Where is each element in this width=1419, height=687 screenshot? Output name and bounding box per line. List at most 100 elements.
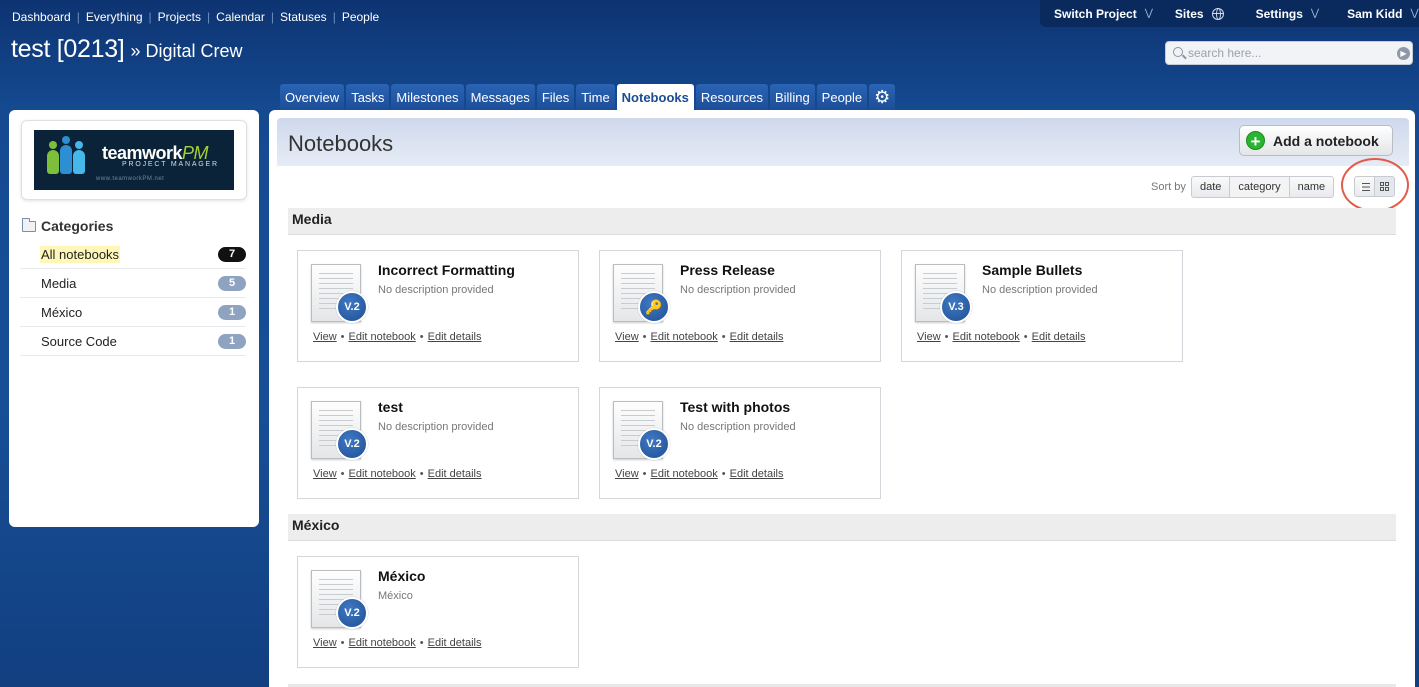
category-item-media[interactable]: Media 5 bbox=[20, 269, 246, 298]
search-input[interactable] bbox=[1188, 45, 1388, 61]
nav-calendar[interactable]: Calendar bbox=[216, 10, 265, 24]
edit-details-link[interactable]: Edit details bbox=[730, 468, 784, 480]
sort-name-button[interactable]: name bbox=[1288, 176, 1335, 198]
edit-notebook-link[interactable]: Edit notebook bbox=[651, 331, 718, 343]
gear-icon: ⚙ bbox=[874, 87, 891, 107]
add-notebook-label: Add a notebook bbox=[1273, 132, 1379, 149]
category-item-source-code[interactable]: Source Code 1 bbox=[20, 327, 246, 356]
version-badge: V.3 bbox=[940, 291, 972, 323]
project-tabs: Overview Tasks Milestones Messages Files… bbox=[280, 84, 897, 110]
notebook-actions: View • Edit notebook • Edit details bbox=[917, 331, 1086, 343]
user-name: Sam Kidd bbox=[1347, 6, 1403, 21]
notebook-card: V.2 Incorrect Formatting No description … bbox=[297, 250, 579, 362]
switch-project-label: Switch Project bbox=[1054, 6, 1137, 21]
tab-files[interactable]: Files bbox=[536, 84, 575, 110]
edit-details-link[interactable]: Edit details bbox=[1032, 331, 1086, 343]
notebook-title[interactable]: Sample Bullets bbox=[982, 262, 1082, 278]
switch-project-menu[interactable]: Switch Project ⋁ bbox=[1054, 7, 1153, 21]
view-link[interactable]: View bbox=[615, 468, 639, 480]
version-badge: V.2 bbox=[336, 597, 368, 629]
tab-notebooks[interactable]: Notebooks bbox=[616, 84, 694, 110]
notebook-description: México bbox=[378, 590, 413, 602]
edit-notebook-link[interactable]: Edit notebook bbox=[651, 468, 718, 480]
category-label: All notebooks bbox=[40, 245, 121, 263]
page-title: Notebooks bbox=[288, 131, 394, 156]
notebook-actions: View • Edit notebook • Edit details bbox=[615, 468, 784, 480]
notebook-actions: View • Edit notebook • Edit details bbox=[313, 468, 482, 480]
notebook-title[interactable]: Incorrect Formatting bbox=[378, 262, 515, 278]
sort-date-button[interactable]: date bbox=[1191, 176, 1231, 198]
notebook-title[interactable]: México bbox=[378, 568, 425, 584]
nav-dashboard[interactable]: Dashboard bbox=[12, 10, 71, 24]
nav-everything[interactable]: Everything bbox=[86, 10, 143, 24]
notebook-description: No description provided bbox=[378, 421, 494, 433]
nav-people[interactable]: People bbox=[342, 10, 379, 24]
logo-url: www.teamworkPM.net bbox=[96, 176, 165, 182]
tab-settings[interactable]: ⚙ bbox=[869, 84, 896, 110]
notebook-title[interactable]: test bbox=[378, 399, 403, 415]
view-link[interactable]: View bbox=[313, 468, 337, 480]
notebook-title[interactable]: Test with photos bbox=[680, 399, 790, 415]
view-link[interactable]: View bbox=[313, 331, 337, 343]
nav-separator: | bbox=[332, 10, 336, 24]
project-title: test [0213]» Digital Crew bbox=[11, 35, 243, 64]
plus-icon: + bbox=[1246, 131, 1265, 151]
page-header: Notebooks + Add a notebook bbox=[277, 118, 1409, 166]
view-link[interactable]: View bbox=[313, 637, 337, 649]
notebook-description: No description provided bbox=[680, 284, 796, 296]
tab-messages[interactable]: Messages bbox=[465, 84, 535, 110]
settings-menu[interactable]: Settings ⋁ bbox=[1256, 7, 1320, 21]
categories-title: Categories bbox=[41, 218, 114, 234]
count-badge: 5 bbox=[218, 275, 246, 291]
category-label: Media bbox=[41, 275, 77, 291]
edit-notebook-link[interactable]: Edit notebook bbox=[349, 637, 416, 649]
notebook-card: 🔑 Press Release No description provided … bbox=[599, 250, 881, 362]
tab-people[interactable]: People bbox=[816, 84, 868, 110]
edit-details-link[interactable]: Edit details bbox=[428, 331, 482, 343]
nav-statuses[interactable]: Statuses bbox=[280, 10, 327, 24]
user-menu[interactable]: Sam Kidd ⋁ bbox=[1347, 7, 1419, 21]
view-link[interactable]: View bbox=[615, 331, 639, 343]
count-badge: 7 bbox=[218, 246, 246, 262]
edit-notebook-link[interactable]: Edit notebook bbox=[349, 331, 416, 343]
search-icon bbox=[1173, 47, 1183, 57]
chevron-down-icon: ⋁ bbox=[1144, 8, 1153, 19]
edit-details-link[interactable]: Edit details bbox=[428, 468, 482, 480]
version-badge: V.2 bbox=[336, 291, 368, 323]
notebook-title[interactable]: Press Release bbox=[680, 262, 775, 278]
view-link[interactable]: View bbox=[917, 331, 941, 343]
company-link[interactable]: » Digital Crew bbox=[130, 41, 242, 61]
add-notebook-button[interactable]: + Add a notebook bbox=[1239, 125, 1393, 156]
tab-overview[interactable]: Overview bbox=[280, 84, 345, 110]
nav-separator: | bbox=[76, 10, 80, 24]
highlight-circle bbox=[1341, 158, 1409, 212]
sort-category-button[interactable]: category bbox=[1229, 176, 1290, 198]
tab-time[interactable]: Time bbox=[576, 84, 615, 110]
version-badge: V.2 bbox=[638, 428, 670, 460]
categories-heading: Categories bbox=[22, 217, 114, 234]
search-go-icon[interactable]: ▶ bbox=[1397, 47, 1410, 60]
notebook-description: No description provided bbox=[680, 421, 796, 433]
sidebar: teamworkPM PROJECT MANAGER www.teamworkP… bbox=[9, 110, 259, 527]
category-item-mexico[interactable]: México 1 bbox=[20, 298, 246, 327]
tab-tasks[interactable]: Tasks bbox=[346, 84, 390, 110]
notebook-actions: View • Edit notebook • Edit details bbox=[313, 637, 482, 649]
tab-milestones[interactable]: Milestones bbox=[391, 84, 464, 110]
globe-icon bbox=[1211, 7, 1224, 20]
notebook-card: V.2 Test with photos No description prov… bbox=[599, 387, 881, 499]
sites-menu[interactable]: Sites bbox=[1175, 7, 1224, 21]
notebook-card: V.3 Sample Bullets No description provid… bbox=[901, 250, 1183, 362]
key-icon: 🔑 bbox=[638, 291, 670, 323]
edit-details-link[interactable]: Edit details bbox=[730, 331, 784, 343]
company-logo: teamworkPM PROJECT MANAGER www.teamworkP… bbox=[34, 130, 234, 190]
search-box: ▶ bbox=[1165, 41, 1413, 65]
category-item-all-notebooks[interactable]: All notebooks 7 bbox=[20, 240, 246, 269]
edit-notebook-link[interactable]: Edit notebook bbox=[953, 331, 1020, 343]
edit-details-link[interactable]: Edit details bbox=[428, 637, 482, 649]
tab-billing[interactable]: Billing bbox=[769, 84, 815, 110]
settings-label: Settings bbox=[1255, 6, 1303, 21]
tab-resources[interactable]: Resources bbox=[695, 84, 768, 110]
edit-notebook-link[interactable]: Edit notebook bbox=[349, 468, 416, 480]
chevron-down-icon: ⋁ bbox=[1310, 8, 1320, 19]
nav-projects[interactable]: Projects bbox=[158, 10, 201, 24]
